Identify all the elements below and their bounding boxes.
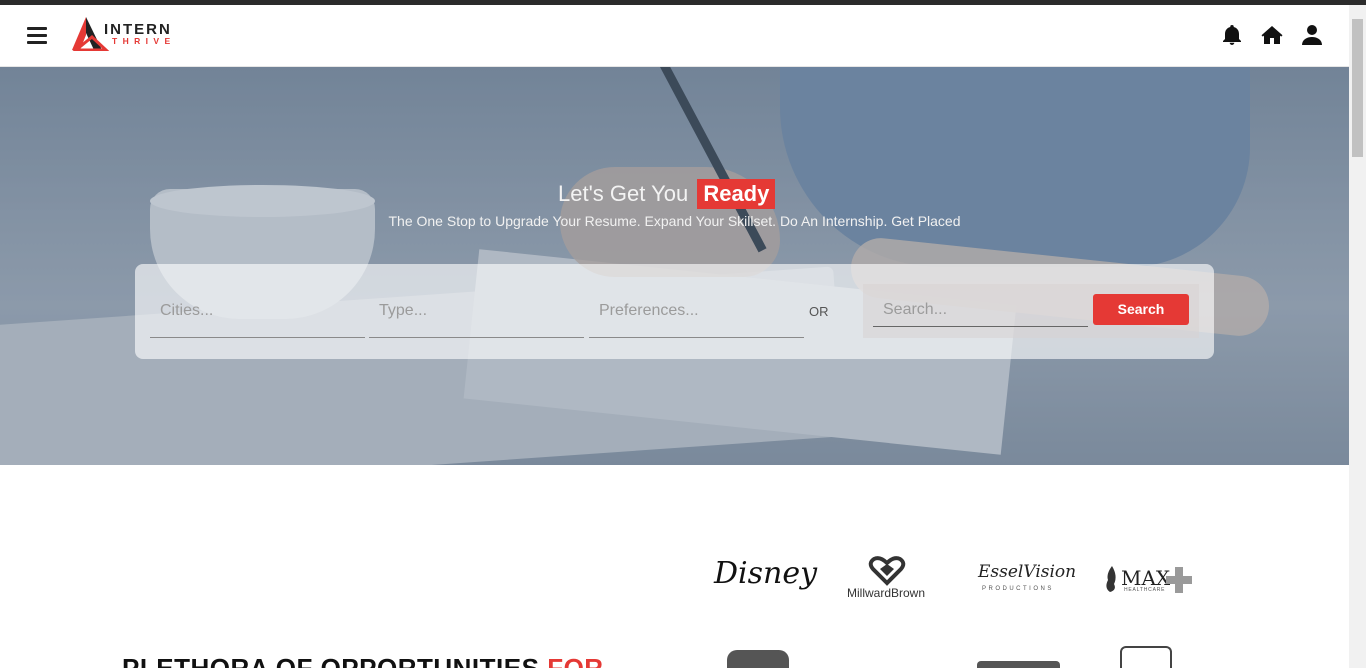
millward-heart-icon xyxy=(868,556,906,586)
hero-banner: Let's Get You Ready The One Stop to Upgr… xyxy=(0,67,1349,465)
opportunities-heading-prefix: PLETHORA OF OPPORTUNITIES xyxy=(122,653,540,668)
page: INTERN THRIVE Let's Get You Ready The On… xyxy=(0,5,1349,668)
menu-icon[interactable] xyxy=(27,26,47,44)
brand-essel-text: EsselVision xyxy=(978,562,1077,582)
brand-logo-partial-3 xyxy=(1120,646,1172,668)
site-header: INTERN THRIVE xyxy=(0,5,1349,67)
site-logo[interactable]: INTERN THRIVE xyxy=(72,16,184,52)
search-placeholder: Search... xyxy=(883,301,948,318)
type-placeholder: Type... xyxy=(379,302,428,319)
page-scrollbar[interactable] xyxy=(1349,5,1366,668)
search-button[interactable]: Search xyxy=(1093,294,1189,325)
search-panel: Cities... Type... Preferences... OR Sear… xyxy=(135,264,1214,359)
brand-essel-sub: PRODUCTIONS xyxy=(982,586,1054,592)
logo-word-thrive: THRIVE xyxy=(112,36,176,46)
keyword-search-box: Search... Search xyxy=(863,284,1199,338)
max-flame-icon xyxy=(1106,566,1116,592)
brand-disney-text: Disney xyxy=(714,556,818,591)
bell-icon[interactable] xyxy=(1220,23,1244,47)
opportunities-heading-accent: FOR xyxy=(547,653,604,668)
cities-field[interactable]: Cities... xyxy=(150,292,365,338)
or-label: OR xyxy=(809,304,829,319)
brand-logo-partial-2 xyxy=(977,661,1060,668)
scrollbar-thumb[interactable] xyxy=(1352,19,1363,157)
hero-title-prefix: Let's Get You xyxy=(558,181,689,206)
preferences-placeholder: Preferences... xyxy=(599,302,699,319)
hero-title-highlight: Ready xyxy=(697,179,776,209)
brand-logo-essel-vision: EsselVision PRODUCTIONS xyxy=(978,562,1076,602)
brand-max-sub: HEALTHCARE xyxy=(1124,587,1166,593)
search-input[interactable]: Search... xyxy=(873,294,1088,327)
opportunities-heading: PLETHORA OF OPPORTUNITIES FOR xyxy=(122,653,604,668)
brand-logo-partial-1 xyxy=(727,650,789,668)
hero-subtitle: The One Stop to Upgrade Your Resume. Exp… xyxy=(388,213,961,229)
brand-logo-disney: Disney xyxy=(714,556,817,606)
brand-logo-max-healthcare: MAX HEALTHCARE xyxy=(1104,564,1194,604)
user-icon[interactable] xyxy=(1300,23,1324,47)
type-field[interactable]: Type... xyxy=(369,292,584,338)
brand-millward-text: MillwardBrown xyxy=(847,586,926,600)
hero-title: Let's Get You Ready xyxy=(558,179,776,209)
brand-logo-millward-brown: MillwardBrown xyxy=(846,556,936,606)
home-icon[interactable] xyxy=(1260,23,1284,47)
cities-placeholder: Cities... xyxy=(160,302,214,319)
max-cross-icon xyxy=(1166,567,1192,593)
preferences-field[interactable]: Preferences... xyxy=(589,292,804,338)
